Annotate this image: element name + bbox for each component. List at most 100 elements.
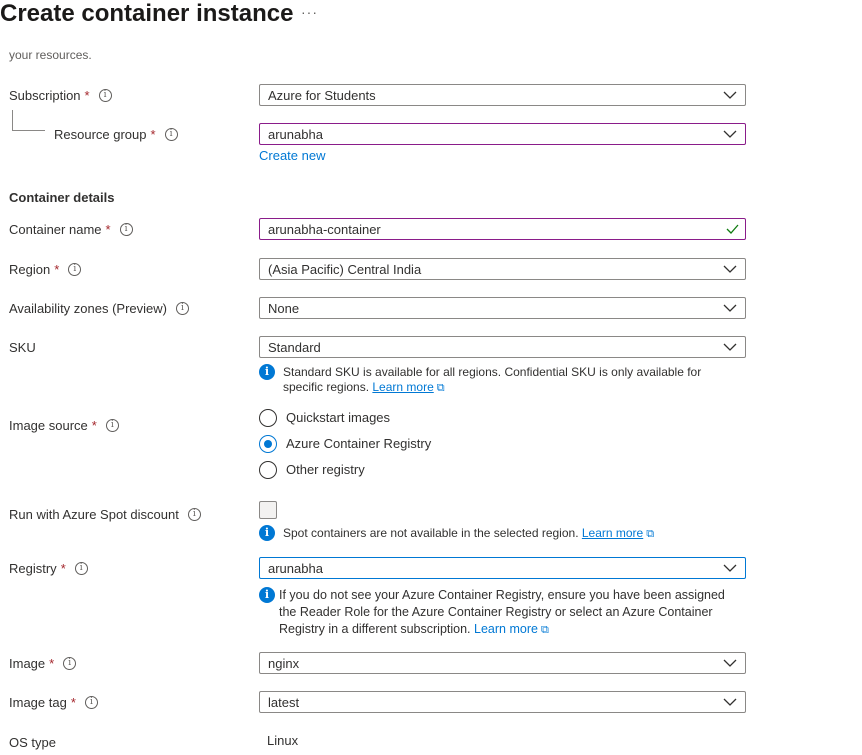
info-icon[interactable]: i — [164, 128, 178, 142]
sku-info-line2-wrap: specific regions. Learn more ⧉ — [283, 379, 445, 396]
os-type-label: OS type — [9, 735, 56, 750]
registry-info-line3: Registry in a different subscription. — [279, 622, 475, 636]
container-name-input[interactable]: arunabha-container — [259, 218, 746, 240]
required-marker: * — [91, 418, 97, 433]
registry-dropdown[interactable]: arunabha — [259, 557, 746, 579]
required-marker: * — [150, 127, 156, 142]
info-icon[interactable]: i — [176, 302, 189, 316]
required-marker: * — [54, 262, 60, 277]
info-icon[interactable]: i — [84, 696, 98, 710]
required-marker: * — [60, 561, 66, 576]
image-label: Image * i — [9, 655, 77, 673]
info-icon[interactable]: i — [74, 562, 88, 576]
required-marker: * — [49, 656, 55, 671]
checkmark-icon — [726, 224, 739, 234]
image-dropdown[interactable]: nginx — [259, 652, 746, 674]
info-icon[interactable]: i — [119, 223, 133, 237]
info-icon[interactable]: i — [63, 657, 77, 671]
chevron-down-icon — [723, 265, 737, 273]
image-source-label-text: Image source — [9, 418, 88, 433]
availability-zones-label: Availability zones (Preview) i — [9, 300, 189, 318]
create-new-link[interactable]: Create new — [259, 148, 325, 163]
external-link-icon: ⧉ — [646, 528, 655, 540]
chevron-down-icon — [723, 91, 737, 99]
tree-connector — [12, 130, 45, 131]
chevron-down-icon — [723, 304, 737, 312]
info-filled-icon: i — [259, 364, 275, 380]
image-tag-dropdown[interactable]: latest — [259, 691, 746, 713]
subscription-value: Azure for Students — [268, 88, 376, 103]
sku-label: SKU — [9, 340, 36, 355]
region-value: (Asia Pacific) Central India — [268, 262, 422, 277]
sku-learn-more-link[interactable]: Learn more — [372, 380, 433, 394]
info-filled-icon: i — [259, 587, 275, 603]
radio-label: Other registry — [286, 462, 365, 477]
availability-zones-dropdown[interactable]: None — [259, 297, 746, 319]
chevron-down-icon — [723, 698, 737, 706]
info-icon[interactable]: i — [187, 508, 201, 522]
availability-zones-label-text: Availability zones (Preview) — [9, 301, 167, 316]
sku-info: i Standard SKU is available for all regi… — [259, 364, 739, 398]
sku-info-line1: Standard SKU is available for all region… — [283, 365, 702, 379]
spot-info-text: Spot containers are not available in the… — [283, 526, 582, 540]
spot-learn-more-link[interactable]: Learn more — [582, 526, 643, 540]
chevron-down-icon — [723, 130, 737, 138]
image-tag-label: Image tag * i — [9, 694, 98, 712]
registry-label: Registry * i — [9, 560, 88, 578]
chevron-down-icon — [723, 659, 737, 667]
required-marker: * — [84, 88, 90, 103]
availability-zones-value: None — [268, 301, 300, 316]
spot-label-text: Run with Azure Spot discount — [9, 507, 179, 522]
radio-label: Quickstart images — [286, 410, 391, 425]
info-icon[interactable]: i — [98, 89, 112, 103]
info-icon[interactable]: i — [68, 263, 82, 277]
image-tag-label-text: Image tag — [9, 695, 67, 710]
subscription-label-text: Subscription — [9, 88, 81, 103]
resource-group-label: Resource group * i — [54, 126, 178, 144]
required-marker: * — [70, 695, 76, 710]
external-link-icon: ⧉ — [540, 624, 549, 636]
info-filled-icon: i — [259, 525, 275, 541]
os-type-value: Linux — [267, 733, 299, 748]
scrolled-description: your resources. — [9, 48, 92, 62]
region-label-text: Region — [9, 262, 51, 277]
spot-label: Run with Azure Spot discount i — [9, 506, 201, 524]
subscription-label: Subscription * i — [9, 87, 112, 105]
external-link-icon: ⧉ — [436, 382, 445, 394]
spot-info: i Spot containers are not available in t… — [259, 525, 739, 543]
resource-group-value: arunabha — [268, 127, 323, 142]
subscription-dropdown[interactable]: Azure for Students — [259, 84, 746, 106]
radio-button[interactable] — [259, 409, 277, 427]
image-tag-value: latest — [268, 695, 300, 710]
required-marker: * — [105, 222, 111, 237]
registry-info-line2: the Reader Role for the Azure Container … — [279, 605, 713, 619]
registry-label-text: Registry — [9, 561, 57, 576]
info-icon[interactable]: i — [105, 419, 119, 433]
region-dropdown[interactable]: (Asia Pacific) Central India — [259, 258, 746, 280]
page-title: Create container instance — [0, 0, 294, 27]
registry-info-line3-wrap: Registry in a different subscription. Le… — [279, 621, 549, 639]
image-source-label: Image source * i — [9, 417, 119, 435]
region-label: Region * i — [9, 261, 82, 279]
radio-button-selected[interactable] — [259, 435, 277, 453]
registry-info: i If you do not see your Azure Container… — [259, 587, 749, 639]
container-name-value: arunabha-container — [268, 222, 381, 237]
container-name-label-text: Container name — [9, 222, 102, 237]
tree-connector — [12, 110, 13, 130]
sku-value: Standard — [268, 340, 321, 355]
radio-label: Azure Container Registry — [286, 436, 432, 451]
spot-checkbox[interactable] — [259, 501, 277, 519]
image-value: nginx — [268, 656, 300, 671]
chevron-down-icon — [723, 564, 737, 572]
sku-dropdown[interactable]: Standard — [259, 336, 746, 358]
section-title: Container details — [9, 190, 115, 205]
container-name-label: Container name * i — [9, 221, 133, 239]
more-options-button[interactable]: ··· — [301, 4, 318, 20]
chevron-down-icon — [723, 343, 737, 351]
resource-group-dropdown[interactable]: arunabha — [259, 123, 746, 145]
resource-group-label-text: Resource group — [54, 127, 147, 142]
registry-learn-more-link[interactable]: Learn more — [474, 622, 538, 636]
radio-button[interactable] — [259, 461, 277, 479]
spot-info-text-wrap: Spot containers are not available in the… — [283, 525, 654, 542]
image-label-text: Image — [9, 656, 46, 671]
